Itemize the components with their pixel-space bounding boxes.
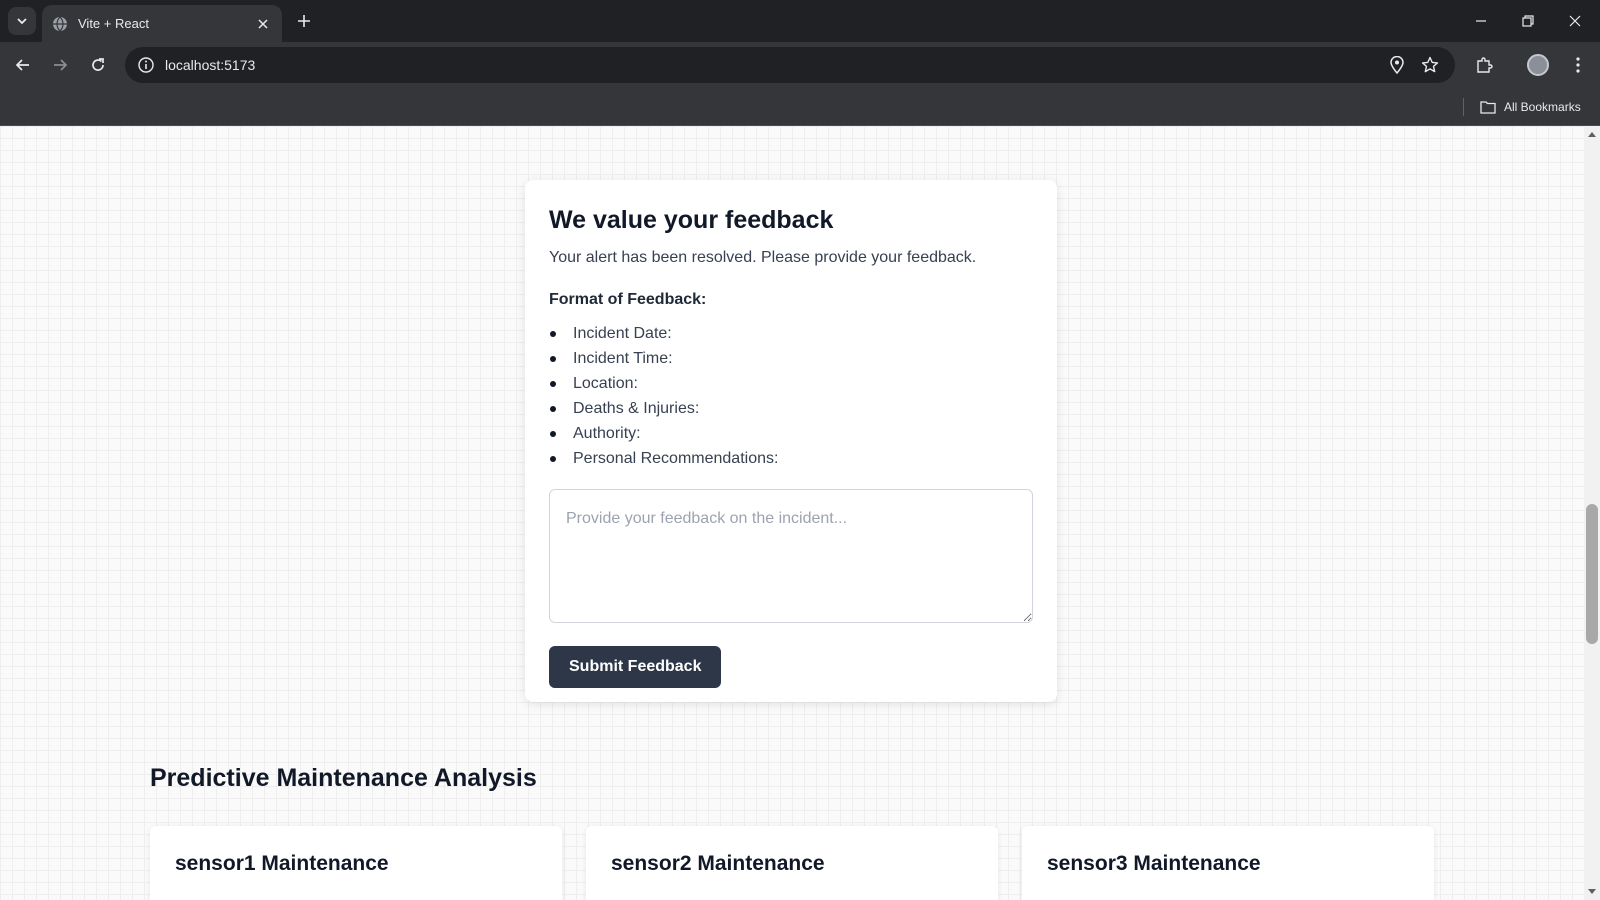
feedback-subtitle: Your alert has been resolved. Please pro… bbox=[549, 249, 977, 266]
menu-button[interactable] bbox=[1564, 51, 1592, 79]
sensor-card-title: sensor1 Maintenance bbox=[175, 852, 389, 875]
list-item: Deaths & Injuries: bbox=[549, 396, 1033, 421]
forward-button[interactable] bbox=[46, 51, 74, 79]
chevron-down-icon bbox=[17, 18, 27, 25]
restore-button[interactable] bbox=[1505, 0, 1551, 42]
sensor-card: sensor1 Maintenance bbox=[150, 826, 562, 900]
maintenance-section-title: Predictive Maintenance Analysis bbox=[150, 764, 537, 792]
avatar bbox=[1527, 54, 1549, 76]
feedback-card: We value your feedback Your alert has be… bbox=[525, 180, 1057, 702]
globe-icon bbox=[52, 16, 68, 32]
tab-search-button[interactable] bbox=[8, 7, 36, 35]
sensor-card: sensor3 Maintenance bbox=[1022, 826, 1434, 900]
feedback-format-label: Format of Feedback: bbox=[549, 291, 707, 308]
address-bar[interactable]: localhost:5173 bbox=[125, 47, 1455, 83]
back-button[interactable] bbox=[9, 51, 37, 79]
bookmarks-divider bbox=[1463, 98, 1464, 116]
feedback-textarea[interactable] bbox=[549, 489, 1033, 623]
list-item: Location: bbox=[549, 371, 1033, 396]
submit-feedback-button[interactable]: Submit Feedback bbox=[549, 646, 722, 688]
scroll-up-icon[interactable] bbox=[1588, 132, 1596, 137]
scroll-down-icon[interactable] bbox=[1588, 889, 1596, 894]
minimize-icon bbox=[1476, 20, 1486, 22]
tab-title: Vite + React bbox=[78, 16, 149, 31]
restore-icon bbox=[1522, 15, 1534, 27]
extensions-button[interactable] bbox=[1470, 51, 1498, 79]
list-item: Authority: bbox=[549, 421, 1033, 446]
sensor-card: sensor2 Maintenance bbox=[586, 826, 998, 900]
plus-icon bbox=[298, 15, 310, 27]
reload-icon bbox=[92, 58, 104, 71]
all-bookmarks-label: All Bookmarks bbox=[1504, 100, 1581, 114]
feedback-format-list: Incident Date: Incident Time: Location: … bbox=[549, 321, 1033, 471]
list-item: Incident Time: bbox=[549, 346, 1033, 371]
list-item: Incident Date: bbox=[549, 321, 1033, 346]
close-icon bbox=[1569, 15, 1581, 27]
scrollbar-thumb[interactable] bbox=[1586, 504, 1598, 644]
list-item: Personal Recommendations: bbox=[549, 446, 1033, 471]
feedback-title: We value your feedback bbox=[549, 206, 834, 234]
url-text[interactable]: localhost:5173 bbox=[165, 57, 255, 73]
bookmark-star-icon[interactable] bbox=[1420, 55, 1440, 75]
location-pin-icon[interactable] bbox=[1387, 55, 1407, 75]
close-window-button[interactable] bbox=[1552, 0, 1598, 42]
bookmarks-bar: All Bookmarks bbox=[0, 88, 1600, 126]
browser-tab[interactable]: Vite + React bbox=[42, 5, 282, 42]
new-tab-button[interactable] bbox=[292, 9, 316, 33]
all-bookmarks-button[interactable]: All Bookmarks bbox=[1480, 96, 1581, 118]
profile-button[interactable] bbox=[1524, 51, 1552, 79]
page-viewport: We value your feedback Your alert has be… bbox=[0, 126, 1584, 900]
reload-button[interactable] bbox=[84, 51, 112, 79]
puzzle-icon bbox=[1477, 57, 1493, 73]
page-scrollbar[interactable] bbox=[1584, 126, 1600, 900]
arrow-left-icon bbox=[15, 59, 29, 71]
arrow-right-icon bbox=[54, 59, 68, 71]
sensor-card-title: sensor3 Maintenance bbox=[1047, 852, 1261, 875]
tab-strip: Vite + React bbox=[0, 0, 1600, 42]
browser-toolbar: localhost:5173 bbox=[0, 42, 1600, 88]
folder-icon bbox=[1480, 101, 1496, 114]
close-tab-icon[interactable] bbox=[254, 15, 272, 33]
minimize-button[interactable] bbox=[1458, 0, 1504, 42]
info-icon[interactable] bbox=[137, 56, 155, 74]
kebab-menu-icon bbox=[1576, 57, 1580, 73]
sensor-card-title: sensor2 Maintenance bbox=[611, 852, 825, 875]
